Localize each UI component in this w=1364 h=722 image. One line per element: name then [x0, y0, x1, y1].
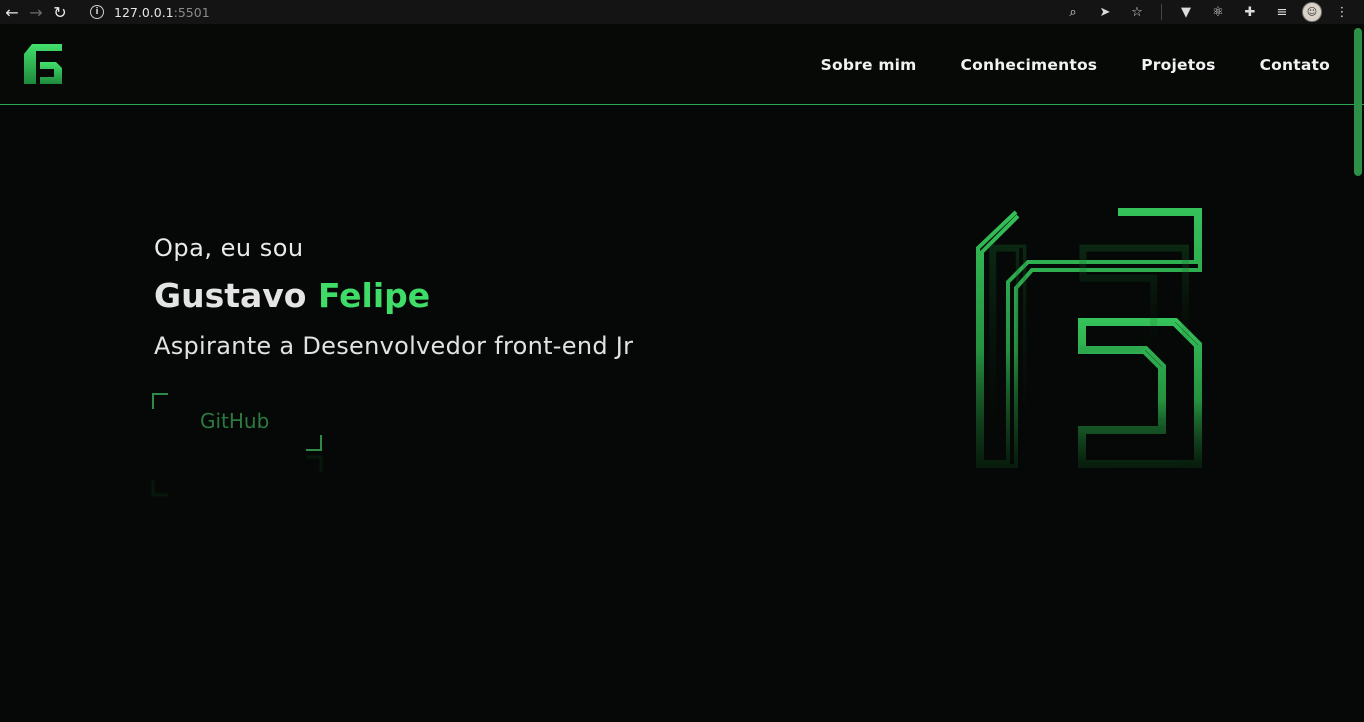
site-header: Sobre mim Conhecimentos Projetos Contato: [0, 24, 1364, 105]
github-button[interactable]: GitHub: [152, 393, 322, 451]
hero-name: Gustavo Felipe: [154, 276, 430, 315]
hero-last-name: Felipe: [317, 276, 431, 315]
media-queue-icon[interactable]: ≡: [1270, 0, 1294, 24]
star-icon[interactable]: ☆: [1125, 0, 1149, 24]
url-host: 127.0.0.1: [114, 4, 174, 20]
hero-section: Opa, eu sou Gustavo Felipe Aspirante a D…: [0, 106, 1364, 722]
url-port: :5501: [173, 4, 210, 20]
forward-icon[interactable]: →: [24, 0, 48, 24]
nav-link-projetos[interactable]: Projetos: [1141, 56, 1215, 74]
address-bar[interactable]: i 127.0.0.1:5501: [90, 0, 210, 24]
nav-link-conhecimentos[interactable]: Conhecimentos: [961, 56, 1098, 74]
github-button-label: GitHub: [200, 409, 270, 433]
nav-link-contato[interactable]: Contato: [1260, 56, 1330, 74]
hero-role: Aspirante a Desenvolvedor front-end Jr: [154, 332, 634, 360]
hero-first-name: Gustavo: [154, 276, 307, 315]
toolbar-divider: [1161, 4, 1162, 20]
zoom-icon[interactable]: ⌕: [1061, 0, 1085, 24]
hero-logo-reflection: [989, 244, 1190, 475]
send-icon[interactable]: ➤: [1093, 0, 1117, 24]
github-button-reflection: [152, 456, 322, 496]
menu-icon[interactable]: ⋮: [1330, 0, 1354, 24]
back-icon[interactable]: ←: [0, 0, 24, 24]
vue-devtools-icon[interactable]: ▼: [1174, 0, 1198, 24]
button-corner-top-left: [152, 393, 168, 409]
browser-toolbar: ← → ↻ i 127.0.0.1:5501 ⌕ ➤ ☆ ▼ ⚛ ✚ ≡ ☺ ⋮: [0, 0, 1364, 24]
react-devtools-icon[interactable]: ⚛: [1206, 0, 1230, 24]
profile-avatar[interactable]: ☺: [1302, 2, 1322, 22]
nav-link-sobre-mim[interactable]: Sobre mim: [821, 56, 917, 74]
main-nav: Sobre mim Conhecimentos Projetos Contato: [821, 24, 1330, 105]
hero-greeting: Opa, eu sou: [154, 234, 304, 262]
reload-icon[interactable]: ↻: [48, 0, 72, 24]
site-logo[interactable]: [22, 42, 64, 86]
extensions-icon[interactable]: ✚: [1238, 0, 1262, 24]
button-corner-bottom-right: [306, 435, 322, 451]
info-icon[interactable]: i: [90, 5, 104, 19]
